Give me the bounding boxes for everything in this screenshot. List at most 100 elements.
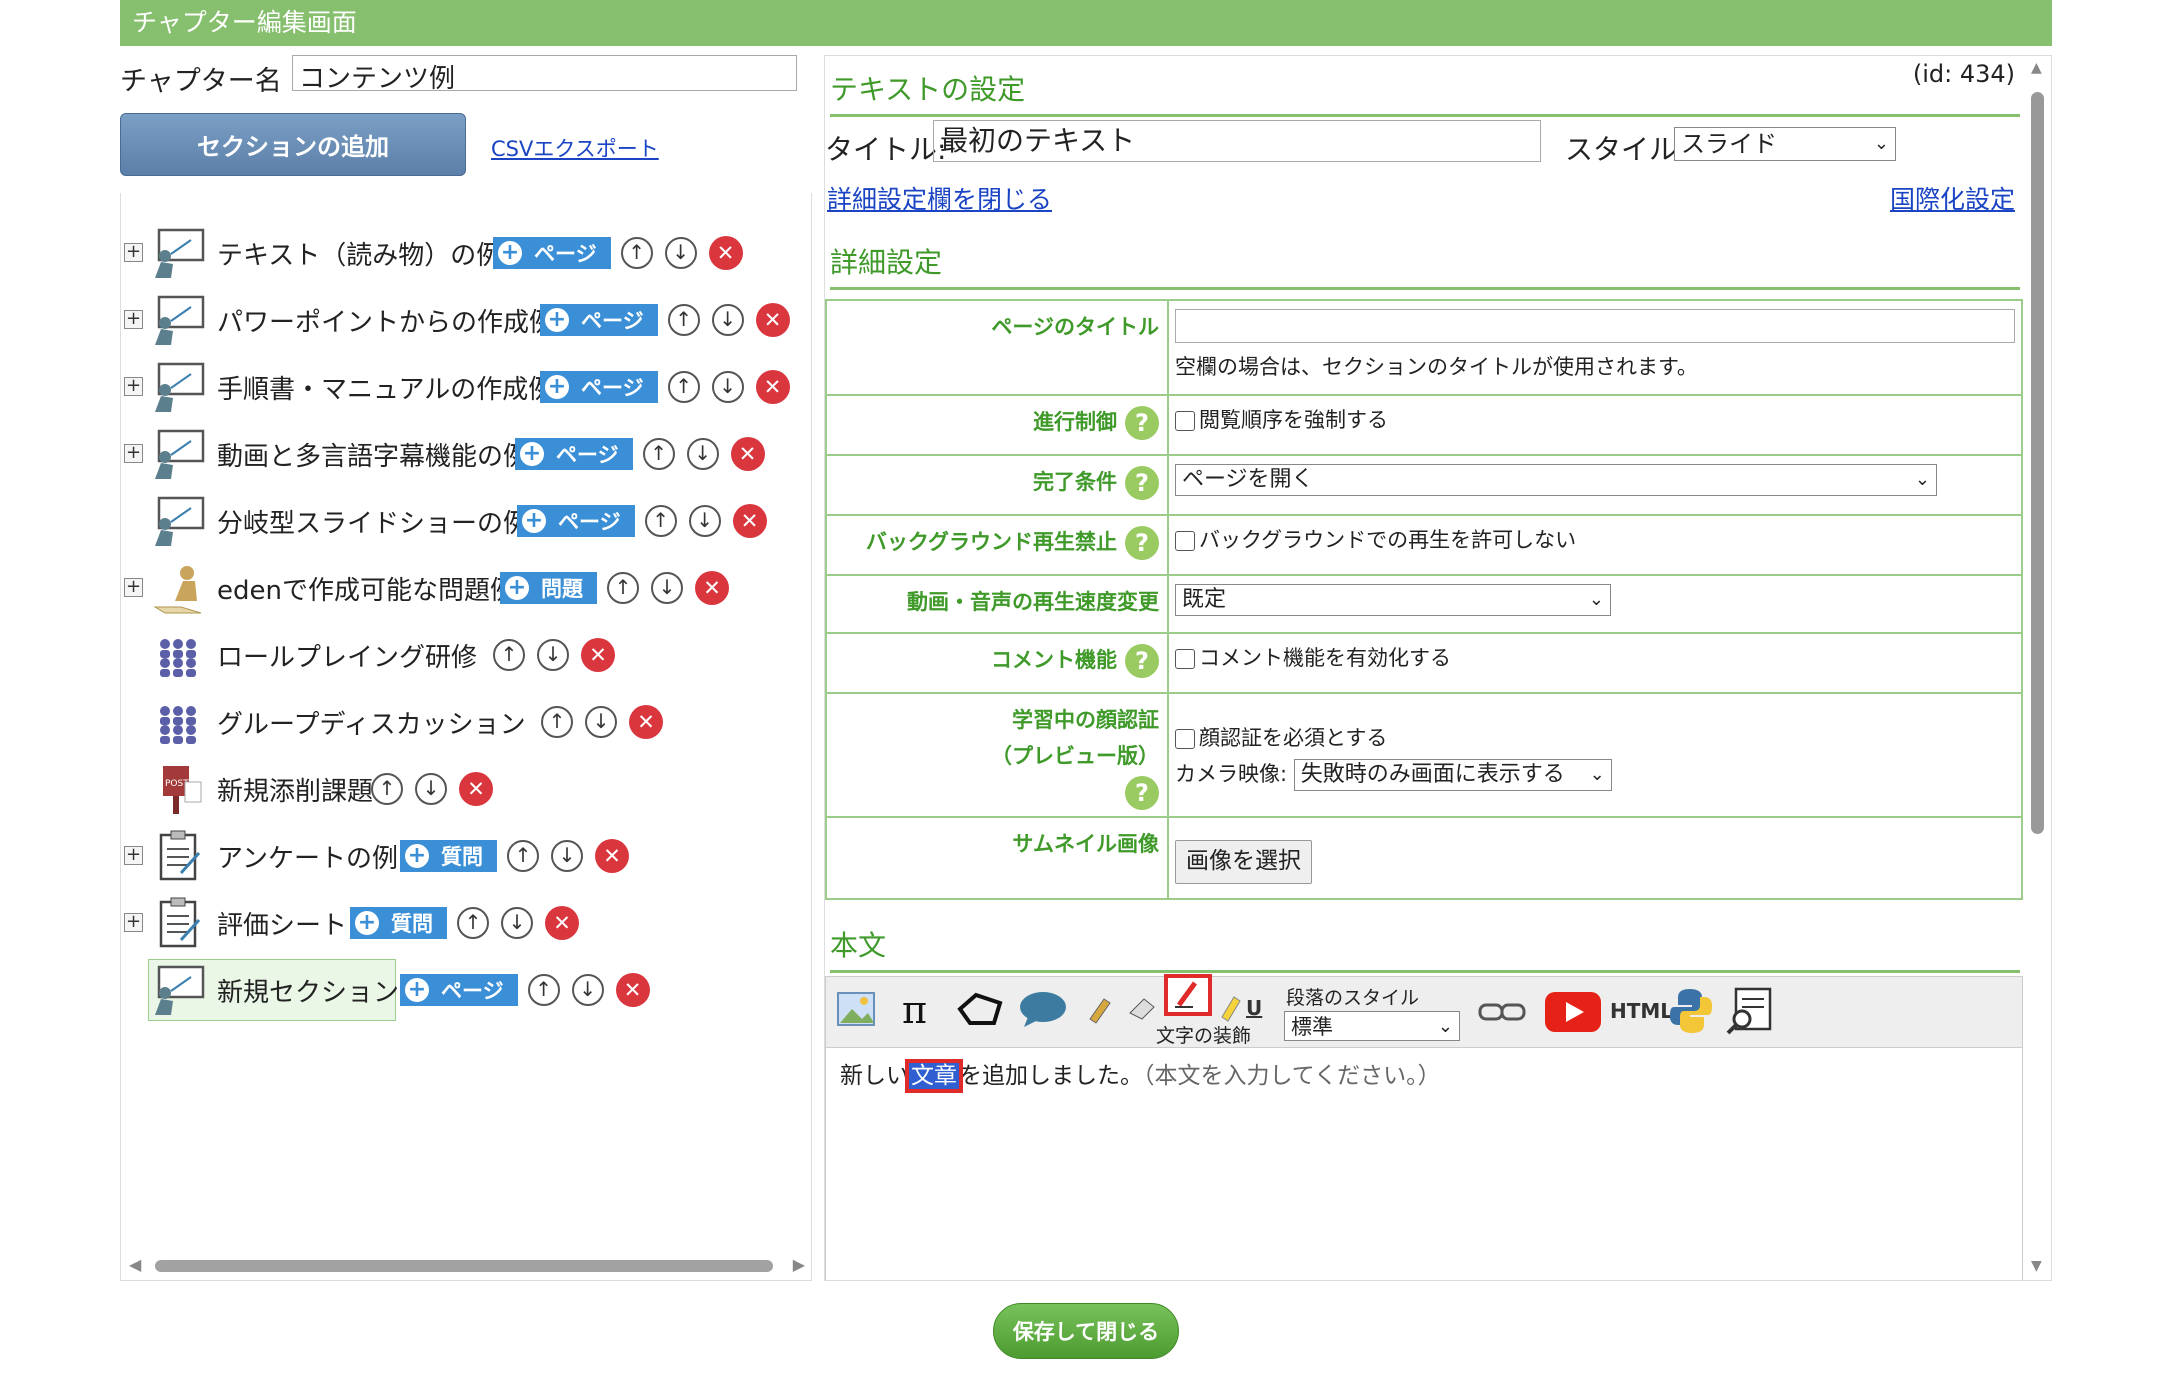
camera-select[interactable]: 失敗時のみ画面に表示する ⌄ [1293, 759, 1612, 791]
delete-icon[interactable]: ✕ [595, 839, 629, 873]
close-details-link[interactable]: 詳細設定欄を閉じる [827, 180, 1052, 216]
add-child-button[interactable]: + 質問 [350, 907, 447, 939]
section-tree-item[interactable]: 新規セクション + ページ ↑ ↓ ✕ [121, 962, 811, 1018]
section-tree-item[interactable]: + edenで作成可能な問題例 + 問題 ↑ ↓ ✕ [121, 560, 811, 616]
scroll-up-icon[interactable]: ▲ [2031, 60, 2042, 76]
underline-icon[interactable]: U [1242, 993, 1266, 1023]
move-down-icon[interactable]: ↓ [651, 572, 683, 604]
eraser-icon[interactable] [1126, 989, 1158, 1029]
add-child-button[interactable]: + 問題 [500, 572, 597, 604]
add-child-button[interactable]: + ページ [540, 371, 658, 403]
add-child-button[interactable]: + ページ [515, 438, 633, 470]
section-tree-item[interactable]: グループディスカッション ↑ ↓ ✕ [121, 694, 811, 750]
text-color-icon[interactable] [1163, 973, 1213, 1017]
delete-icon[interactable]: ✕ [629, 705, 663, 739]
section-label[interactable]: 動画と多言語字幕機能の例 [217, 436, 529, 473]
expand-icon[interactable]: + [124, 846, 143, 865]
speed-select[interactable]: 既定 ⌄ [1175, 584, 1611, 616]
move-down-icon[interactable]: ↓ [415, 773, 447, 805]
move-up-icon[interactable]: ↑ [371, 773, 403, 805]
face-auth-checkbox[interactable] [1175, 729, 1195, 749]
section-label[interactable]: アンケートの例 [217, 838, 398, 875]
progress-checkbox[interactable] [1175, 411, 1195, 431]
chapter-name-input[interactable]: コンテンツ例 [292, 55, 797, 94]
section-label[interactable]: 分岐型スライドショーの例 [217, 503, 529, 540]
scroll-right-icon[interactable]: ▶ [793, 1255, 805, 1274]
section-tree-item[interactable]: 分岐型スライドショーの例 + ページ ↑ ↓ ✕ [121, 493, 811, 549]
section-label[interactable]: edenで作成可能な問題例 [217, 570, 516, 607]
move-up-icon[interactable]: ↑ [667, 304, 700, 336]
section-tree-item[interactable]: + 動画と多言語字幕機能の例 + ページ ↑ ↓ ✕ [121, 426, 811, 482]
delete-icon[interactable]: ✕ [581, 638, 615, 672]
help-icon[interactable]: ? [1125, 466, 1159, 500]
delete-icon[interactable]: ✕ [695, 571, 729, 605]
csv-export-link[interactable]: CSVエクスポート [491, 133, 659, 163]
section-label[interactable]: ロールプレイング研修 [217, 637, 477, 674]
section-label[interactable]: 新規添削課題 [217, 771, 373, 808]
move-down-icon[interactable]: ↓ [585, 706, 617, 738]
comment-checkbox[interactable] [1175, 649, 1195, 669]
scroll-left-icon[interactable]: ◀ [129, 1255, 141, 1274]
section-label[interactable]: 評価シート [217, 905, 347, 942]
delete-icon[interactable]: ✕ [615, 973, 650, 1007]
section-label[interactable]: パワーポイントからの作成例 [217, 302, 555, 339]
move-down-icon[interactable]: ↓ [711, 304, 744, 336]
complete-select[interactable]: ページを開く ⌄ [1175, 464, 1937, 496]
scroll-thumb[interactable] [155, 1260, 773, 1272]
i18n-settings-link[interactable]: 国際化設定 [1890, 180, 2015, 216]
expand-icon[interactable]: + [124, 377, 143, 396]
section-label[interactable]: 手順書・マニュアルの作成例 [217, 369, 554, 406]
delete-icon[interactable]: ✕ [755, 303, 790, 337]
help-icon[interactable]: ? [1125, 406, 1159, 440]
move-down-icon[interactable]: ↓ [501, 907, 533, 939]
body-editor[interactable]: 新しい文章を追加しました。（本文を入力してください。） [825, 1048, 2023, 1280]
youtube-icon[interactable] [1544, 991, 1602, 1033]
style-select[interactable]: スライド ⌄ [1674, 127, 1896, 161]
add-child-button[interactable]: + ページ [493, 237, 611, 269]
html-icon[interactable]: HTML [1610, 999, 1673, 1023]
add-section-button[interactable]: セクションの追加 [120, 113, 466, 176]
expand-icon[interactable]: + [124, 243, 143, 262]
title-input[interactable]: 最初のテキスト [933, 120, 1541, 162]
section-label[interactable]: グループディスカッション [217, 704, 526, 741]
section-tree-item[interactable]: POST 新規添削課題 ↑ ↓ ✕ [121, 761, 811, 817]
move-down-icon[interactable]: ↓ [537, 639, 569, 671]
shape-icon[interactable] [956, 989, 1004, 1029]
move-up-icon[interactable]: ↑ [541, 706, 573, 738]
paragraph-style-select[interactable]: 標準 ⌄ [1284, 1011, 1460, 1041]
help-icon[interactable]: ? [1125, 776, 1159, 810]
section-tree-item[interactable]: + パワーポイントからの作成例 + ページ ↑ ↓ ✕ [121, 292, 811, 348]
move-up-icon[interactable]: ↑ [667, 371, 700, 403]
scroll-down-icon[interactable]: ▼ [2031, 1258, 2042, 1274]
expand-icon[interactable]: + [124, 578, 143, 597]
move-up-icon[interactable]: ↑ [507, 840, 539, 872]
delete-icon[interactable]: ✕ [732, 504, 767, 538]
section-label[interactable]: テキスト（読み物）の例 [217, 235, 502, 272]
add-child-button[interactable]: + 質問 [400, 840, 497, 872]
delete-icon[interactable]: ✕ [708, 236, 743, 270]
section-tree-item[interactable]: + テキスト（読み物）の例 + ページ ↑ ↓ ✕ [121, 225, 811, 281]
move-up-icon[interactable]: ↑ [607, 572, 639, 604]
speech-balloon-icon[interactable] [1018, 989, 1068, 1029]
save-and-close-button[interactable]: 保存して閉じる [993, 1303, 1179, 1359]
delete-icon[interactable]: ✕ [459, 772, 493, 806]
move-down-icon[interactable]: ↓ [664, 237, 697, 269]
move-down-icon[interactable]: ↓ [571, 974, 604, 1006]
image-icon[interactable] [836, 989, 876, 1029]
move-up-icon[interactable]: ↑ [620, 237, 653, 269]
move-up-icon[interactable]: ↑ [642, 438, 675, 470]
section-tree-item[interactable]: + アンケートの例 + 質問 ↑ ↓ ✕ [121, 828, 811, 884]
section-label[interactable]: 新規セクション [217, 972, 399, 1009]
move-up-icon[interactable]: ↑ [457, 907, 489, 939]
brush-icon[interactable] [1084, 989, 1116, 1029]
section-tree-item[interactable]: ロールプレイング研修 ↑ ↓ ✕ [121, 627, 811, 683]
select-image-button[interactable]: 画像を選択 [1175, 840, 1312, 884]
section-tree-item[interactable]: + 評価シート + 質問 ↑ ↓ ✕ [121, 895, 811, 951]
move-down-icon[interactable]: ↓ [551, 840, 583, 872]
page-title-input[interactable] [1175, 309, 2015, 343]
move-down-icon[interactable]: ↓ [688, 505, 721, 537]
delete-icon[interactable]: ✕ [755, 370, 790, 404]
python-icon[interactable] [1668, 987, 1712, 1035]
formula-icon[interactable]: π [898, 989, 938, 1029]
link-icon[interactable] [1478, 999, 1528, 1029]
